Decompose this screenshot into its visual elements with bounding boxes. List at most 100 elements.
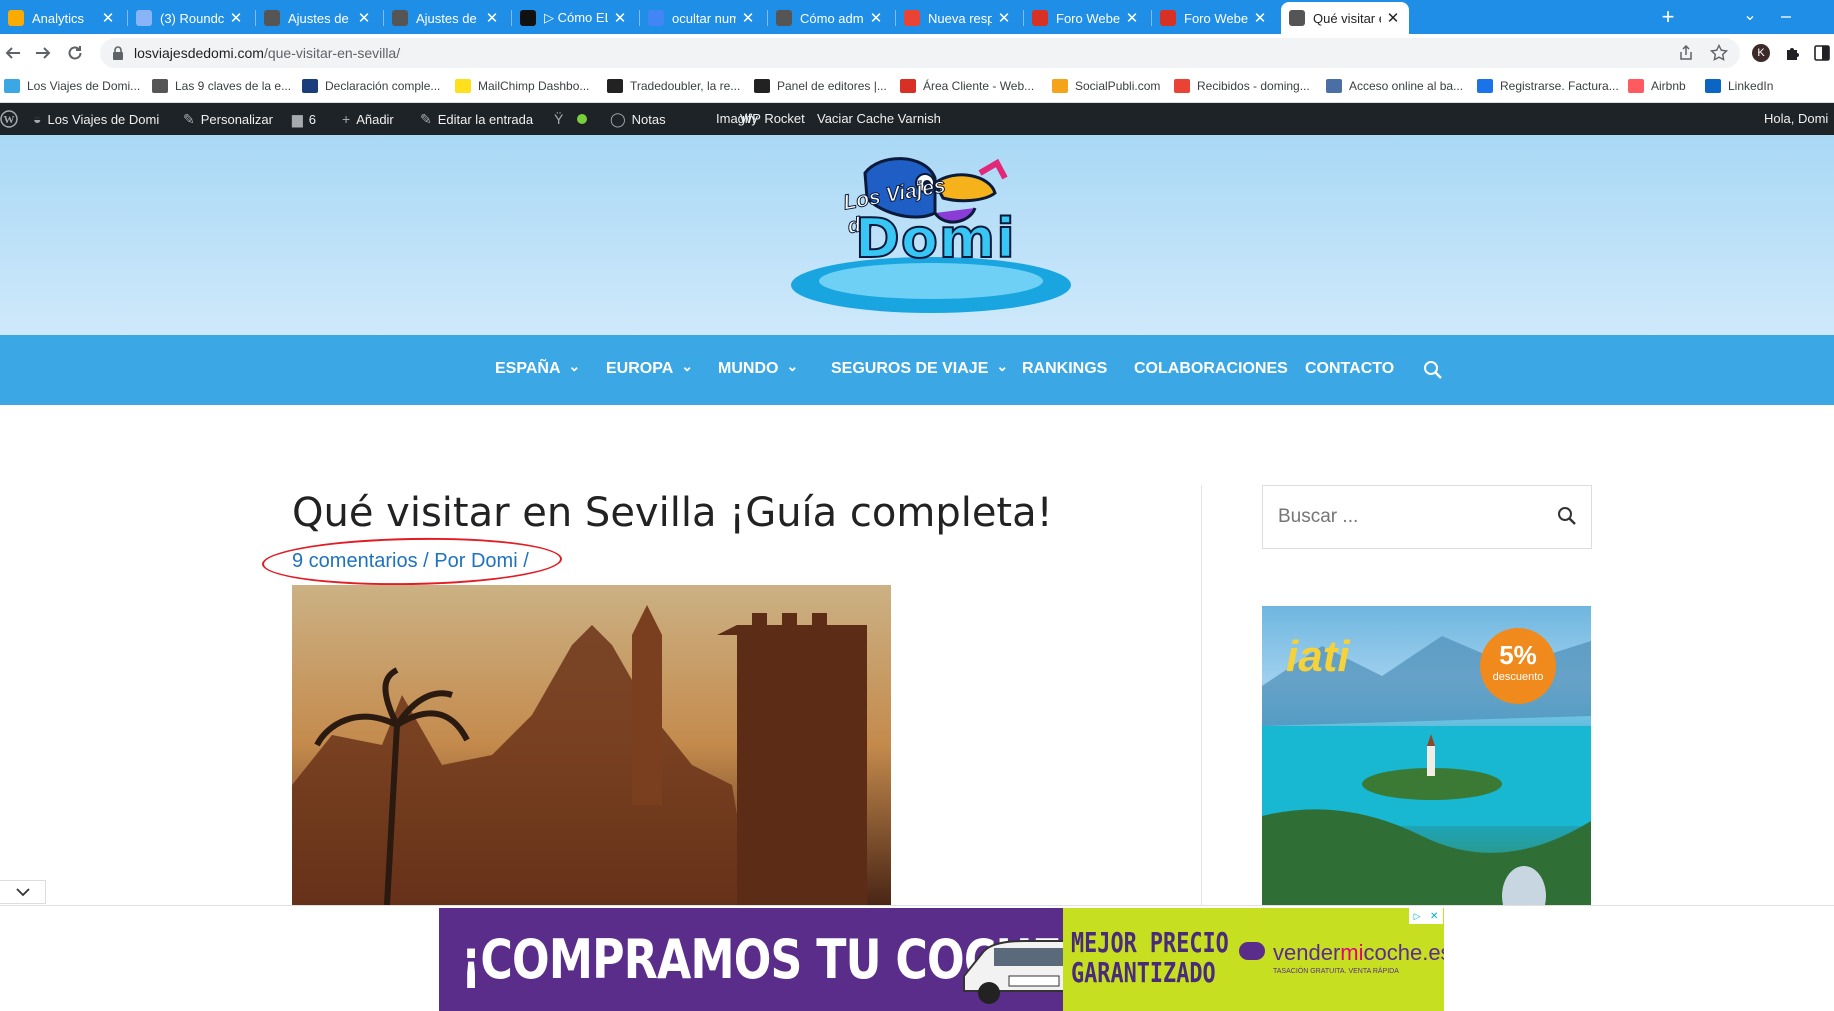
site-header: Los Viajes de Domi xyxy=(0,135,1834,335)
bookmark-item[interactable]: SocialPubli.com xyxy=(1052,79,1160,93)
bookmark-item[interactable]: Panel de editores |... xyxy=(754,79,887,93)
tab-close-icon[interactable]: ✕ xyxy=(1385,9,1401,27)
browser-tab[interactable]: Nueva respuesta✕ xyxy=(896,2,1020,34)
nav-item[interactable]: ESPAÑA ⌄ xyxy=(495,358,580,378)
browser-tab[interactable]: (3) Roundcube W✕ xyxy=(128,2,252,34)
bookmark-favicon-icon xyxy=(900,79,916,93)
bookmark-item[interactable]: MailChimp Dashbo... xyxy=(455,79,589,93)
bookmark-item[interactable]: Declaración comple... xyxy=(302,79,440,93)
wp-site-name[interactable]: ◒ Los Viajes de Domi xyxy=(33,111,159,127)
discount-percent: 5% xyxy=(1499,640,1537,670)
profile-avatar[interactable]: K xyxy=(1752,44,1770,62)
browser-tab[interactable]: Ajustes de come✕ xyxy=(384,2,508,34)
bookmark-label: Acceso online al ba... xyxy=(1349,79,1464,93)
browser-tab[interactable]: Qué visitar en S✕ xyxy=(1281,2,1409,34)
bookmark-favicon-icon xyxy=(1628,79,1644,93)
wp-user-greeting[interactable]: Hola, Domi xyxy=(1764,111,1828,126)
browser-tab[interactable]: ▷ Cómo ELIMIN ✕ xyxy=(512,2,636,34)
wp-varnish[interactable]: Vaciar Cache Varnish xyxy=(817,111,941,126)
nav-item-label: COLABORACIONES xyxy=(1134,360,1288,377)
tab-close-icon[interactable]: ✕ xyxy=(1252,9,1268,27)
browser-tab[interactable]: Foro Webempre✕ xyxy=(1152,2,1276,34)
bookmark-item[interactable]: Tradedoubler, la re... xyxy=(607,79,740,93)
browser-tab[interactable]: ocultar numero✕ xyxy=(640,2,764,34)
url-domain: losviajesdedomi.com xyxy=(134,45,264,61)
tab-favicon-icon xyxy=(264,10,280,26)
browser-tab[interactable]: Ajustes de los e✕ xyxy=(256,2,380,34)
tab-close-icon[interactable]: ✕ xyxy=(740,9,756,27)
bookmark-favicon-icon xyxy=(302,79,318,93)
nav-item[interactable]: MUNDO ⌄ xyxy=(718,358,798,378)
lock-icon[interactable] xyxy=(112,46,124,60)
search-submit-icon[interactable] xyxy=(1557,506,1577,526)
new-tab-button[interactable]: + xyxy=(1654,4,1682,32)
ad-brand-icon xyxy=(1239,942,1265,960)
bookmark-favicon-icon xyxy=(1477,79,1493,93)
forward-arrow-icon[interactable] xyxy=(34,44,52,62)
nav-item[interactable]: CONTACTO xyxy=(1305,360,1394,378)
wordpress-logo-icon[interactable]: W xyxy=(0,110,18,128)
nav-item[interactable]: EUROPA ⌄ xyxy=(606,357,693,378)
tab-search-button[interactable]: ⌄ xyxy=(1736,4,1764,32)
browser-tab[interactable]: Cómo administr✕ xyxy=(768,2,892,34)
tab-close-icon[interactable]: ✕ xyxy=(1124,9,1140,27)
browser-tab[interactable]: Analytics ✕ xyxy=(0,2,124,34)
tab-favicon-icon xyxy=(136,10,152,26)
tab-close-icon[interactable]: ✕ xyxy=(228,9,244,27)
bookmark-item[interactable]: Registrarse. Factura... xyxy=(1477,79,1619,93)
nav-item[interactable]: RANKINGS xyxy=(1022,360,1107,378)
sidebar-ad-iati[interactable]: iati 5% descuento xyxy=(1262,606,1591,905)
share-icon[interactable] xyxy=(1678,45,1694,61)
reload-icon[interactable] xyxy=(66,44,84,62)
bottom-banner-ad[interactable]: ¡COMPRAMOS TU COCHE! MEJOR PRECIO GARANT… xyxy=(439,908,1444,1011)
ad-green-panel: MEJOR PRECIO GARANTIZADO vendermicoche.e… xyxy=(1063,908,1444,1011)
nav-item-label: MUNDO xyxy=(718,360,779,377)
wp-edit-post[interactable]: ✎ Editar la entrada xyxy=(420,111,533,128)
svg-text:W: W xyxy=(4,114,15,126)
bookmark-item[interactable]: Las 9 claves de la e... xyxy=(152,79,291,93)
collapse-ad-button[interactable] xyxy=(0,880,46,904)
search-input[interactable] xyxy=(1263,486,1543,548)
bookmark-star-icon[interactable] xyxy=(1710,44,1728,62)
side-panel-icon[interactable] xyxy=(1814,44,1830,62)
chevron-down-icon: ⌄ xyxy=(681,357,693,374)
bookmark-label: Panel de editores |... xyxy=(777,79,887,93)
extensions-puzzle-icon[interactable] xyxy=(1784,44,1802,62)
wp-add-new[interactable]: + Añadir xyxy=(342,111,394,127)
tab-close-icon[interactable]: ✕ xyxy=(100,9,116,27)
nav-item-label: CONTACTO xyxy=(1305,360,1395,377)
ad-choices[interactable]: ▷ ✕ xyxy=(1409,908,1443,924)
wp-customize[interactable]: ✎ Personalizar xyxy=(183,111,273,128)
bookmark-item[interactable]: LinkedIn xyxy=(1705,79,1773,93)
nav-item[interactable]: COLABORACIONES xyxy=(1134,360,1288,378)
bookmark-label: Tradedoubler, la re... xyxy=(630,79,741,93)
bookmark-item[interactable]: Acceso online al ba... xyxy=(1326,79,1463,93)
wp-comments[interactable]: ▆ 6 xyxy=(292,111,316,128)
address-bar[interactable]: losviajesdedomi.com/que-visitar-en-sevil… xyxy=(100,38,1740,68)
notes-bubble-icon: ◯ xyxy=(610,111,626,127)
browser-tab[interactable]: Foro Webempre✕ xyxy=(1024,2,1148,34)
ad-close-icon[interactable]: ✕ xyxy=(1430,911,1438,922)
search-icon[interactable] xyxy=(1423,360,1443,380)
featured-image[interactable] xyxy=(292,585,891,905)
nav-item-label: EUROPA xyxy=(606,360,674,377)
nav-item[interactable]: SEGUROS DE VIAJE ⌄ xyxy=(831,358,1008,378)
bookmark-item[interactable]: Recibidos - doming... xyxy=(1174,79,1310,93)
tab-close-icon[interactable]: ✕ xyxy=(484,9,500,27)
bookmark-item[interactable]: Área Cliente - Web... xyxy=(900,79,1034,93)
wp-notes[interactable]: ◯ Notas xyxy=(610,111,666,128)
tab-close-icon[interactable]: ✕ xyxy=(612,9,628,27)
discount-label: descuento xyxy=(1492,671,1544,683)
back-arrow-icon[interactable] xyxy=(4,44,22,62)
wp-add-new-label: Añadir xyxy=(356,111,394,127)
wp-rocket[interactable]: WP Rocket xyxy=(740,111,805,126)
bookmark-item[interactable]: Airbnb xyxy=(1628,79,1686,93)
wp-seo[interactable]: Ÿ xyxy=(554,111,588,127)
bookmark-favicon-icon xyxy=(1705,79,1721,93)
tab-close-icon[interactable]: ✕ xyxy=(868,9,884,27)
bookmark-label: Los Viajes de Domi... xyxy=(27,79,141,93)
tab-close-icon[interactable]: ✕ xyxy=(996,9,1012,27)
minimize-icon[interactable] xyxy=(1780,11,1792,23)
tab-close-icon[interactable]: ✕ xyxy=(356,9,372,27)
bookmark-item[interactable]: Los Viajes de Domi... xyxy=(4,79,140,93)
